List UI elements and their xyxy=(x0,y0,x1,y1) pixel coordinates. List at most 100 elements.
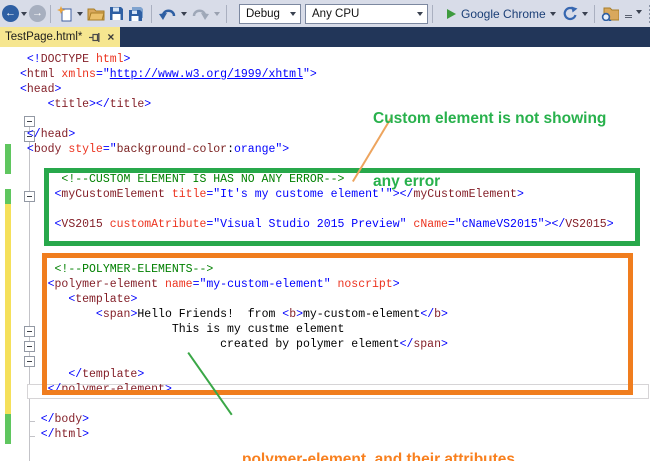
play-icon xyxy=(447,8,456,19)
change-tracking-bar-saved xyxy=(5,189,11,204)
solution-configuration-combo[interactable]: Debug xyxy=(239,3,301,24)
code-token: > xyxy=(123,53,131,66)
tab-title: TestPage.html* xyxy=(5,31,83,43)
code-token: : xyxy=(227,143,234,156)
new-file-icon xyxy=(57,5,72,21)
code-token: body xyxy=(33,143,62,156)
code-token: "> xyxy=(275,143,290,156)
green-note-line1: Custom element is not showing xyxy=(373,110,607,127)
open-file-icon[interactable] xyxy=(87,6,105,21)
folder-icon xyxy=(87,8,105,21)
change-tracking-bar-saved xyxy=(5,144,11,174)
floppy-icon xyxy=(110,7,123,20)
orange-annotation-note: polymer-element and their attributes is … xyxy=(242,405,519,461)
toolbar-separator xyxy=(226,4,227,23)
undo-dropdown-icon[interactable] xyxy=(181,12,187,19)
code-token: <! xyxy=(26,53,41,66)
code-token: ></ xyxy=(89,98,110,111)
solution-platform-value: Any CPU xyxy=(312,7,360,20)
undo-arrow-icon xyxy=(159,9,176,20)
undo-icon[interactable] xyxy=(158,6,177,21)
refresh-arrow-icon xyxy=(563,6,578,20)
document-tab-strip: TestPage.html* × xyxy=(0,27,650,47)
find-in-files-icon[interactable] xyxy=(601,6,619,21)
overflow-lines-icon xyxy=(624,14,632,19)
code-token: > xyxy=(144,98,152,111)
code-token: title xyxy=(54,98,90,111)
toolbar-separator xyxy=(151,4,152,23)
code-token: </ xyxy=(26,128,41,141)
code-token: < xyxy=(20,68,27,81)
code-token: > xyxy=(82,413,90,426)
vs-window: ← → Debug Any CPU Google Chrome TestPage… xyxy=(0,0,650,461)
code-token: title xyxy=(109,98,145,111)
code-token: < xyxy=(20,83,27,96)
solution-configuration-value: Debug xyxy=(246,7,280,20)
toolbar-separator xyxy=(432,4,433,23)
code-token: </ xyxy=(40,413,55,426)
redo-icon[interactable] xyxy=(191,6,210,21)
code-token: > xyxy=(68,128,76,141)
browser-target-dropdown-icon[interactable] xyxy=(549,12,556,19)
save-icon[interactable] xyxy=(109,6,124,21)
folder-search-icon xyxy=(601,7,619,21)
code-token: > xyxy=(82,428,90,441)
solution-platform-combo[interactable]: Any CPU xyxy=(305,3,428,24)
code-token: background-color xyxy=(116,143,228,156)
code-token: html xyxy=(54,428,83,441)
new-item-icon[interactable] xyxy=(57,5,73,22)
code-token: "> xyxy=(302,68,317,81)
pin-icon[interactable] xyxy=(89,32,100,43)
refresh-icon[interactable] xyxy=(562,6,578,22)
floppy-stack-icon xyxy=(129,6,143,21)
tab-testpage[interactable]: TestPage.html* × xyxy=(0,27,121,47)
browser-target-label: Google Chrome xyxy=(461,6,546,21)
orange-highlight-box xyxy=(42,253,633,395)
save-all-icon[interactable] xyxy=(128,6,145,22)
code-token: head xyxy=(40,128,69,141)
code-token: =" xyxy=(102,143,117,156)
code-token: > xyxy=(54,83,62,96)
code-token: xmlns xyxy=(61,68,96,81)
close-icon[interactable]: × xyxy=(107,31,114,43)
change-tracking-bar-saved xyxy=(5,414,11,444)
code-token: html xyxy=(95,53,124,66)
green-annotation-note: Custom element is not showing any error xyxy=(373,66,606,234)
code-token: </ xyxy=(40,428,55,441)
chevron-down-icon xyxy=(290,12,296,19)
navigate-back-icon[interactable]: ← xyxy=(2,5,19,22)
toolbar-separator xyxy=(50,4,51,23)
standard-toolbar: ← → Debug Any CPU Google Chrome xyxy=(0,0,650,27)
code-token: orange xyxy=(233,143,276,156)
redo-arrow-icon xyxy=(192,9,209,20)
code-token: body xyxy=(54,413,83,426)
refresh-dropdown-icon[interactable] xyxy=(581,12,588,19)
toolbar-separator xyxy=(593,4,595,23)
code-token: DOCTYPE xyxy=(40,53,90,66)
redo-dropdown-icon[interactable] xyxy=(214,12,220,19)
code-token: head xyxy=(26,83,55,96)
chevron-down-icon xyxy=(417,12,423,19)
navigate-back-dropdown-icon[interactable] xyxy=(21,12,27,19)
code-token: html xyxy=(26,68,55,81)
change-tracking-bar-unsaved xyxy=(5,204,11,414)
chevron-down-icon xyxy=(635,10,642,17)
code-token: http://www.w3.org/1999/xhtml xyxy=(109,68,303,81)
code-token: =" xyxy=(95,68,110,81)
orange-note-line1: polymer-element and their attributes xyxy=(242,451,516,461)
start-debug-button[interactable]: Google Chrome xyxy=(439,7,546,21)
code-token: < xyxy=(26,143,34,156)
green-note-line2: any error xyxy=(373,173,441,190)
code-line: <!DOCTYPE html> xyxy=(20,52,614,67)
code-token: style xyxy=(68,143,103,156)
toolbar-options-icon[interactable] xyxy=(623,9,644,19)
navigate-forward-icon[interactable]: → xyxy=(29,5,46,22)
new-item-dropdown-icon[interactable] xyxy=(77,12,83,19)
